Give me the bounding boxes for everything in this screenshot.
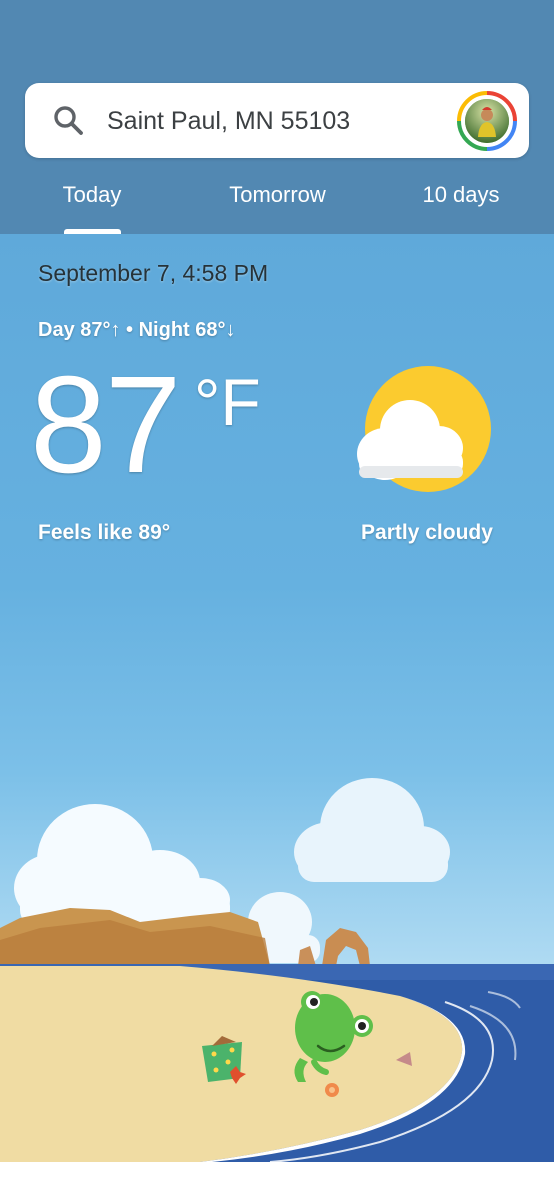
- beach-illustration: [0, 778, 554, 1162]
- current-temperature: 87: [30, 348, 181, 502]
- location-text[interactable]: Saint Paul, MN 55103: [107, 103, 350, 139]
- condition-label: Partly cloudy: [361, 521, 493, 544]
- tab-10-days[interactable]: 10 days: [405, 180, 517, 210]
- account-avatar[interactable]: [457, 91, 517, 151]
- day-night-range: Day 87°↑ • Night 68°↓: [38, 319, 236, 341]
- cloud-left: [14, 804, 230, 928]
- cloud-right: [294, 778, 450, 882]
- partly-cloudy-icon: [357, 366, 491, 492]
- forecast-tabs: Today Tomorrow 10 days: [0, 160, 554, 234]
- temperature-unit[interactable]: °F: [194, 366, 261, 438]
- search-icon[interactable]: [52, 104, 86, 138]
- bottom-area: [0, 1162, 554, 1200]
- tab-today[interactable]: Today: [40, 180, 144, 210]
- feels-like: Feels like 89°: [38, 521, 171, 544]
- date-time: September 7, 4:58 PM: [38, 260, 269, 286]
- tab-tomorrow[interactable]: Tomorrow: [205, 180, 350, 210]
